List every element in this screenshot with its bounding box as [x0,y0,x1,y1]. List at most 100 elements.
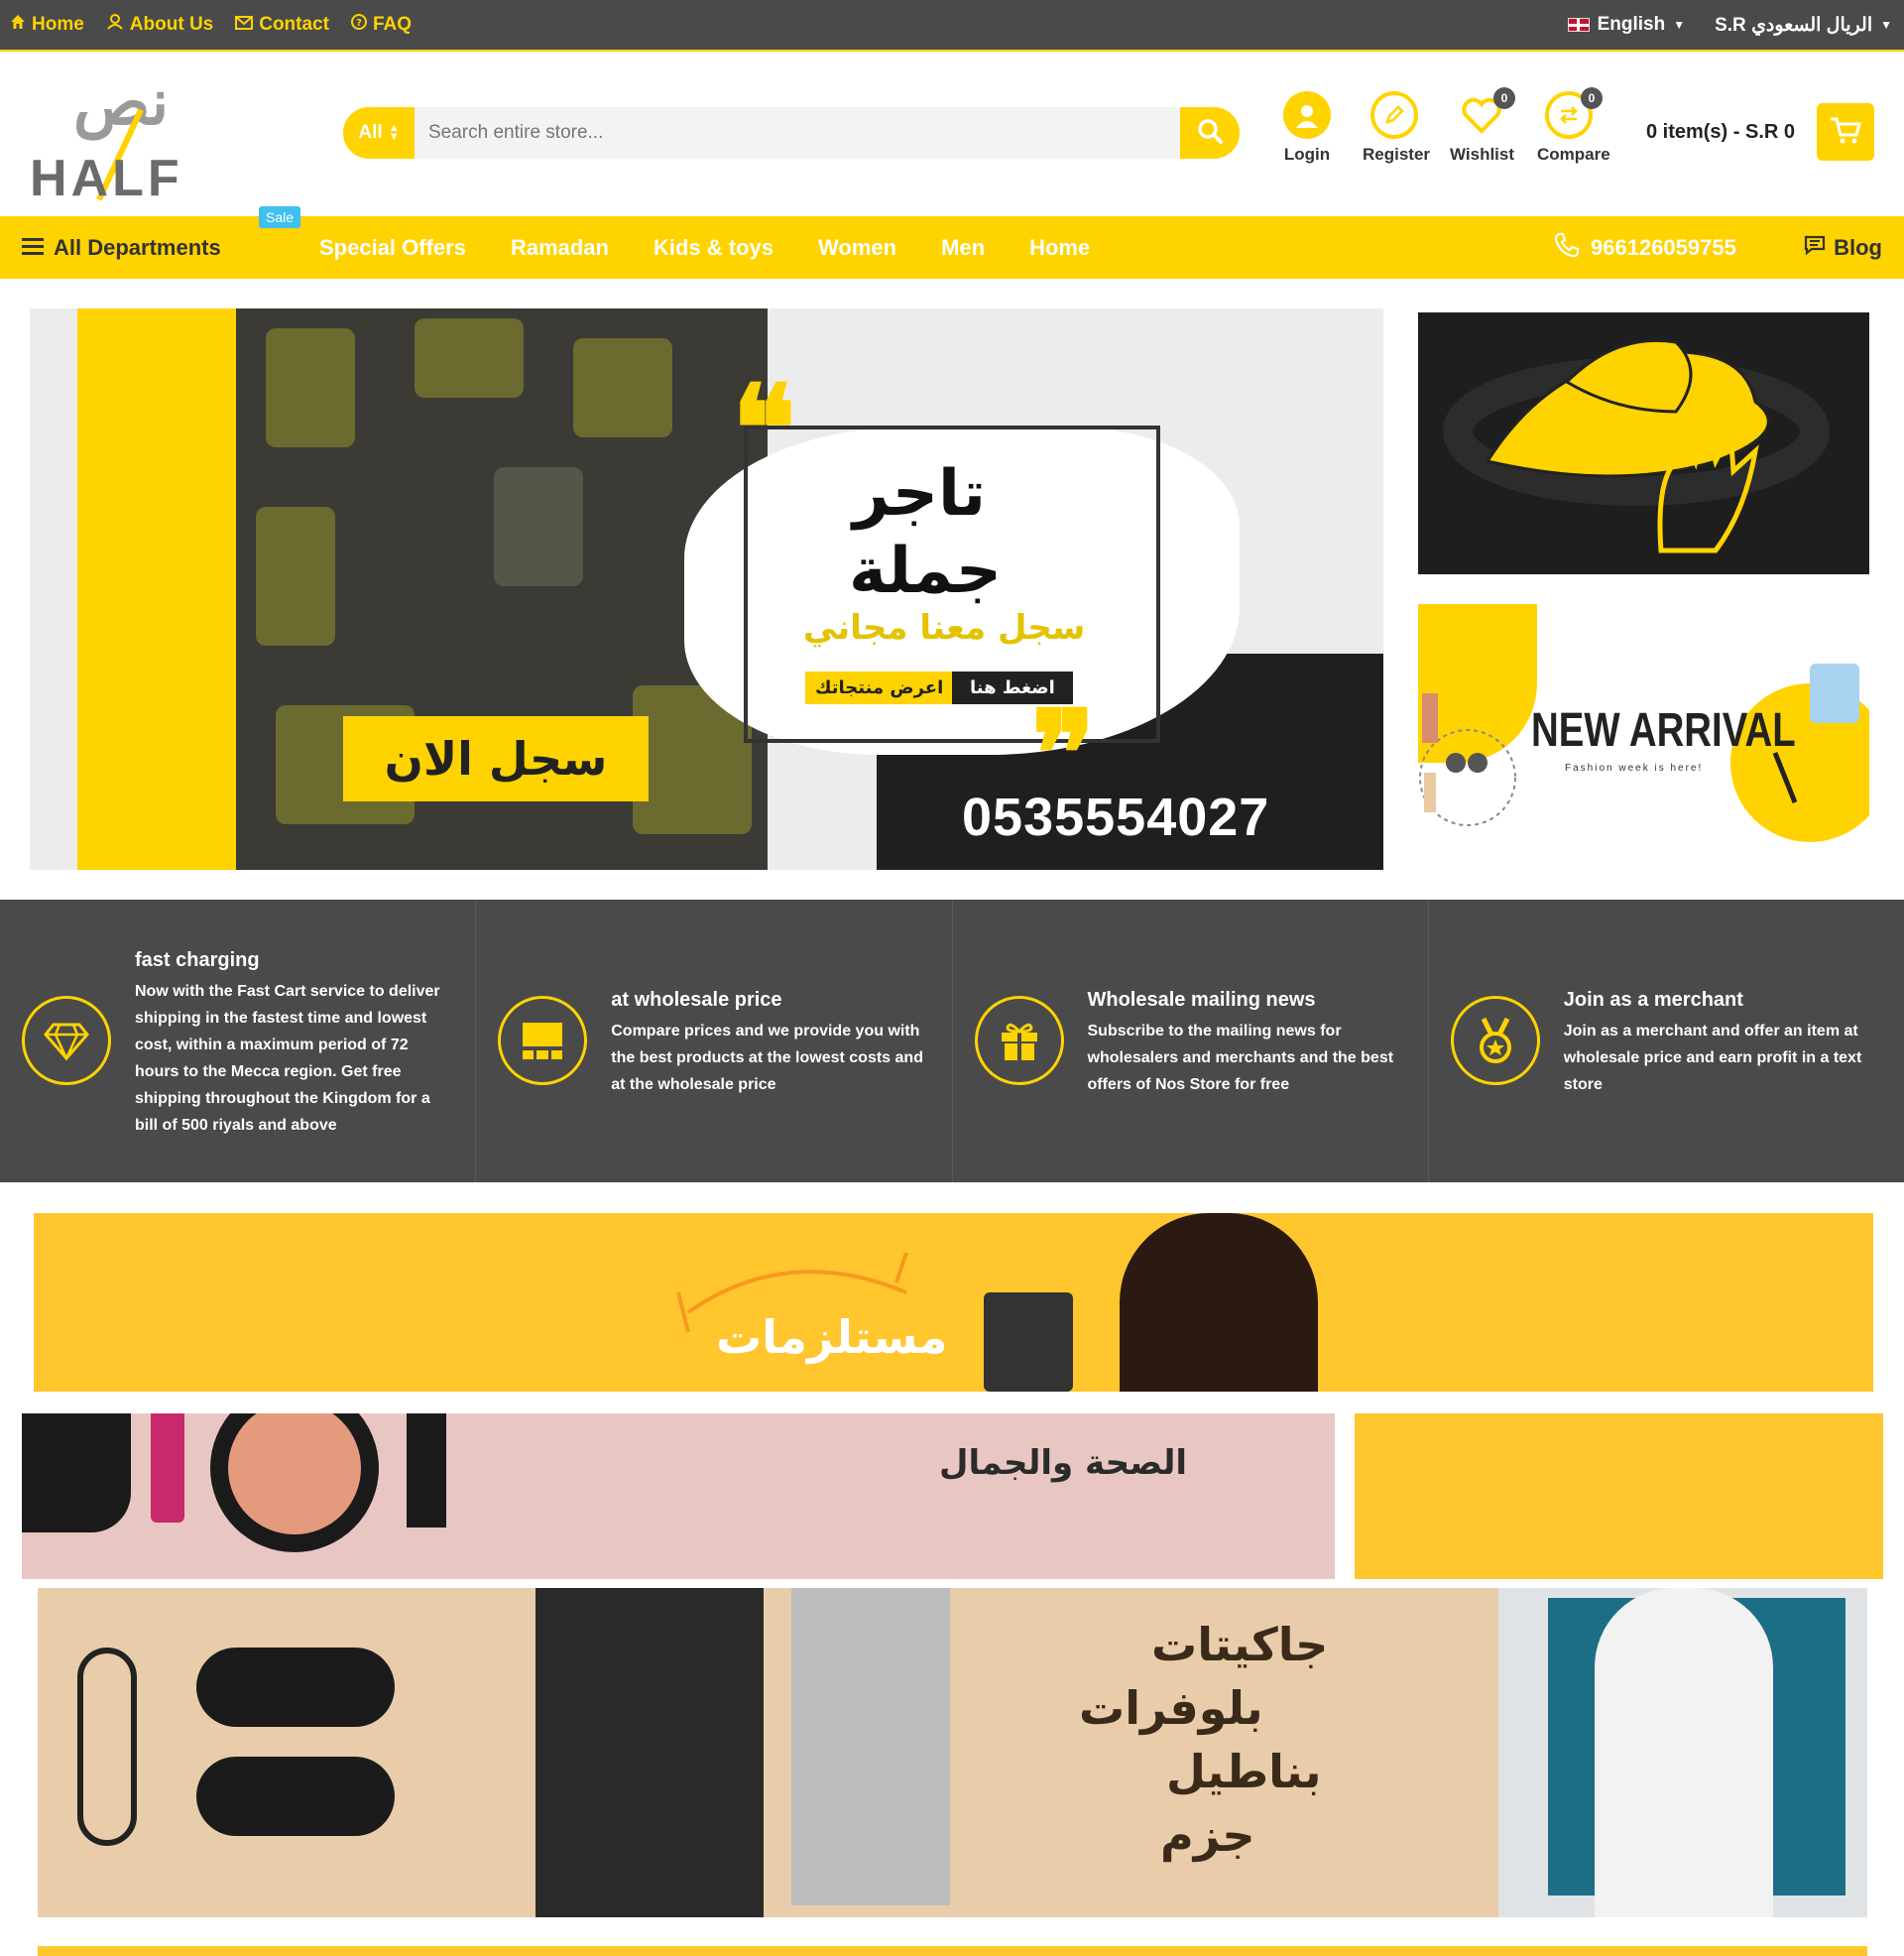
top-selectors: English ▼ S.R الريال السعودي ▼ [1567,0,1892,50]
promo-clothes-line3: بناطيل [1166,1745,1322,1798]
feature-desc: Now with the Fast Cart service to delive… [135,983,440,1134]
user-icon [1283,91,1331,139]
compare-count: 0 [1581,87,1603,109]
feature-join-merchant: Join as a merchant Join as a merchant an… [1429,900,1904,1182]
feature-fast-charging: fast charging Now with the Fast Cart ser… [0,900,477,1182]
cart-button[interactable] [1817,103,1874,161]
feature-title: Wholesale mailing news [1087,989,1316,1011]
wishlist-count: 0 [1493,87,1515,109]
sale-badge: Sale [259,206,301,228]
hero-title-line1: تاجر [853,457,986,531]
top-link-home[interactable]: Home [10,14,84,36]
promo-beauty-banner[interactable]: الصحة والجمال [22,1413,1335,1579]
hero-title-line2: جملة [849,535,1002,608]
palette-image [22,1413,131,1532]
pattern-background [676,1252,908,1333]
language-selector[interactable]: English ▼ [1567,14,1686,36]
feature-title: fast charging [135,949,260,971]
new-arrival-subtitle: Fashion week is here! [1565,763,1704,774]
login-button[interactable]: Login [1275,91,1339,165]
medal-icon [1450,996,1540,1085]
new-arrival-title: NEW ARRIVAL [1531,704,1796,757]
register-button[interactable]: Register [1363,91,1431,165]
nav-item-women[interactable]: Women [818,235,896,261]
hero-phone: 0535554027 [962,788,1270,847]
jeans-image [536,1588,764,1917]
hat-illustration [1443,338,1830,553]
wishlist-button[interactable]: 0 Wishlist [1450,87,1515,165]
nav-item-men[interactable]: Men [941,235,985,261]
phone-icon [1553,231,1581,265]
hoodie-image [1595,1588,1773,1917]
top-bar: Home About Us Contact ? FAQ English ▼ S.… [0,0,1904,52]
hero-banner[interactable]: ❝ ❞ تاجر جملة سجل معنا مجاني اعرض منتجات… [30,308,1383,870]
blog-label: Blog [1834,234,1882,260]
pencil-icon [1370,91,1418,139]
user-icon [106,14,124,36]
nav-item-kids-toys[interactable]: Kids & toys [654,235,774,261]
site-logo[interactable]: نص HALF [30,65,188,207]
top-link-faq[interactable]: ? FAQ [350,14,413,36]
search-category-select[interactable]: All ▲ ▼ [343,107,415,159]
feature-desc: Subscribe to the mailing news for wholes… [1087,1023,1394,1093]
wishlist-label: Wishlist [1450,145,1515,164]
promo-clothes-banner[interactable]: جاكيتات بلوفرات بناطيل جزم [38,1588,1867,1917]
next-banner-edge [38,1946,1867,1956]
nav-menu: Special Offers Ramadan Kids & toys Women… [319,216,1090,279]
nav-phone[interactable]: 966126059755 [1553,216,1736,279]
search-button[interactable] [1180,107,1240,159]
svg-text:?: ? [356,18,362,29]
side-banner-hat[interactable] [1418,312,1869,574]
nav-item-special-offers[interactable]: Special Offers [319,235,466,261]
nav-item-home[interactable]: Home [1029,235,1090,261]
hero-subtitle: سجل معنا مجاني [803,608,1086,648]
feature-desc: Compare prices and we provide you with t… [611,1023,923,1093]
nav-item-ramadan[interactable]: Ramadan [511,235,609,261]
account-icons: Login Register 0 Wishlist 0 Compare [1275,87,1610,165]
hero-register-button[interactable]: سجل الان [343,716,649,801]
top-link-label: FAQ [372,14,413,35]
top-link-contact[interactable]: Contact [235,14,329,36]
promo-women-banner[interactable]: مستلزمات [34,1213,1873,1392]
top-link-label: About Us [129,14,214,35]
feature-wholesale-price: at wholesale price Compare prices and we… [476,900,953,1182]
feature-mailing-news: Wholesale mailing news Subscribe to the … [953,900,1429,1182]
gift-icon [974,996,1064,1085]
blog-icon [1804,235,1826,261]
hero-quote-open: ❝ [732,363,796,496]
woman-image [1120,1213,1318,1392]
features-strip: fast charging Now with the Fast Cart ser… [0,900,1904,1182]
cart-summary: 0 item(s) - S.R 0 [1645,120,1795,143]
feature-title: Join as a merchant [1563,989,1743,1011]
all-departments-button[interactable]: All Departments [22,216,221,279]
boxes-icon [498,996,588,1085]
search-input[interactable] [428,107,1123,159]
promo-clothes-line1: جاكيتات [1151,1618,1329,1671]
question-icon: ? [350,14,367,36]
compare-label: Compare [1537,145,1610,164]
compare-button[interactable]: 0 Compare [1537,87,1610,165]
caret-down-icon: ▼ [1880,18,1892,32]
feature-title: at wholesale price [611,989,782,1011]
currency-selector[interactable]: S.R الريال السعودي ▼ [1715,14,1892,37]
cart-icon [1829,115,1862,150]
promo-clothes-line2: بلوفرات [1079,1681,1263,1735]
side-banner-new-arrival[interactable]: NEW ARRIVAL Fashion week is here! [1418,604,1869,870]
top-link-label: Contact [259,14,329,35]
hero-click-button[interactable]: اضغط هنا [952,672,1073,704]
hero-yellow-strip [77,308,236,870]
diamond-icon [22,996,111,1085]
main-nav: All Departments Sale Special Offers Rama… [0,206,1904,279]
login-label: Login [1283,145,1331,164]
header: نص HALF All ▲▼ Login Register [0,52,1904,216]
blog-link[interactable]: Blog [1804,216,1882,279]
hero-products-button[interactable]: اعرض منتجاتك [805,672,954,704]
caret-down-icon: ▼ [1673,18,1686,32]
glasses-image [77,1648,137,1846]
top-links: Home About Us Contact ? FAQ [10,0,412,50]
cart[interactable]: 0 item(s) - S.R 0 [1646,103,1874,161]
sort-icon: ▲ ▼ [388,122,400,143]
top-link-about[interactable]: About Us [106,14,213,36]
register-label: Register [1363,145,1431,164]
promo-women-title: مستلزمات [716,1310,948,1364]
